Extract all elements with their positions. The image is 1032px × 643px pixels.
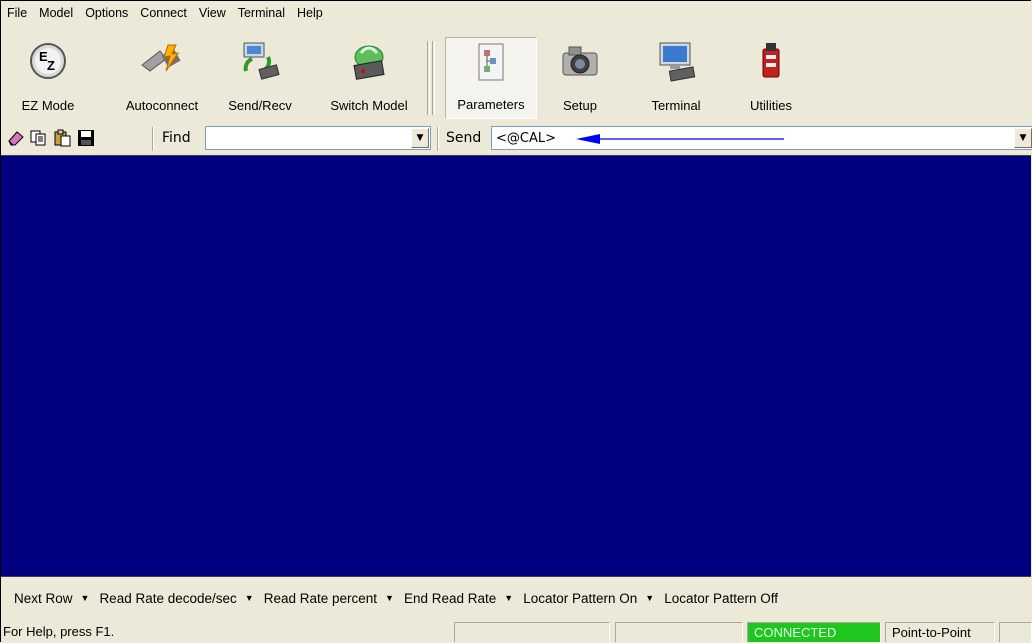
mode-status: Point-to-Point: [885, 622, 995, 642]
status-bar: For Help, press F1. CONNECTED Point-to-P…: [1, 620, 1032, 642]
find-dropdown-button[interactable]: ▼: [411, 128, 429, 148]
status-pane: [999, 622, 1032, 642]
menu-help[interactable]: Help: [291, 6, 329, 20]
send-dropdown-button[interactable]: ▼: [1014, 128, 1032, 148]
dropdown-arrow-icon[interactable]: ▼: [385, 593, 394, 603]
connection-status-text: CONNECTED: [754, 625, 837, 640]
menu-file[interactable]: File: [1, 6, 33, 20]
dropdown-arrow-icon[interactable]: ▼: [245, 593, 254, 603]
menu-terminal[interactable]: Terminal: [232, 6, 291, 20]
menu-options[interactable]: Options: [79, 6, 134, 20]
macro-read-rate-percent[interactable]: Read Rate percent: [264, 591, 377, 606]
macro-locator-pattern-off[interactable]: Locator Pattern Off: [664, 591, 778, 606]
send-recv-icon: [243, 42, 280, 80]
parameters-label: Parameters: [457, 97, 525, 112]
annotation-arrow: [576, 134, 784, 144]
menu-view[interactable]: View: [193, 6, 232, 20]
macro-next-row[interactable]: Next Row: [14, 591, 73, 606]
menu-model[interactable]: Model: [33, 6, 79, 20]
switch-model-button[interactable]: Switch Model: [317, 37, 421, 119]
ez-mode-icon: E Z: [30, 43, 66, 79]
paste-icon[interactable]: [53, 129, 71, 147]
parameters-icon: [478, 43, 504, 81]
macro-bar: Next Row ▼ Read Rate decode/sec ▼ Read Rat…: [1, 578, 1031, 618]
send-label: Send: [446, 130, 482, 146]
menu-bar: File Model Options Connect View Terminal…: [1, 1, 1031, 25]
macro-locator-pattern-on[interactable]: Locator Pattern On: [523, 591, 637, 606]
svg-text:Z: Z: [47, 58, 55, 73]
chevron-down-icon: ▼: [1019, 133, 1027, 143]
status-pane: [454, 622, 610, 642]
autoconnect-label: Autoconnect: [125, 98, 199, 113]
mode-status-text: Point-to-Point: [892, 625, 971, 640]
help-text: For Help, press F1.: [3, 624, 115, 639]
chevron-down-icon: ▼: [416, 133, 424, 143]
dropdown-arrow-icon[interactable]: ▼: [81, 593, 90, 603]
autoconnect-button[interactable]: Autoconnect: [113, 37, 211, 119]
ez-mode-label: EZ Mode: [21, 98, 75, 113]
menu-connect[interactable]: Connect: [134, 6, 193, 20]
toolbar-separator: [152, 127, 154, 151]
ez-mode-button[interactable]: E Z EZ Mode: [9, 37, 87, 119]
connection-status: CONNECTED: [747, 622, 881, 642]
utilities-icon: [762, 43, 780, 78]
terminal-button[interactable]: Terminal: [635, 37, 717, 119]
terminal-output-area[interactable]: [1, 155, 1031, 577]
switch-model-label: Switch Model: [330, 98, 408, 113]
terminal-icon: [659, 42, 696, 82]
send-recv-button[interactable]: Send/Recv: [219, 37, 301, 119]
find-label: Find: [162, 130, 191, 146]
toolbar-separator: [427, 41, 430, 115]
main-toolbar: E Z EZ Mode Autoconnect Send/Recv Switch: [1, 37, 1031, 121]
setup-label: Setup: [563, 98, 597, 113]
toolbar-separator: [432, 41, 435, 115]
utilities-label: Utilities: [750, 98, 792, 113]
eraser-icon[interactable]: [7, 129, 25, 147]
utilities-button[interactable]: Utilities: [733, 37, 809, 119]
save-icon[interactable]: [77, 129, 95, 147]
camera-icon: [562, 46, 598, 76]
parameters-button[interactable]: Parameters: [445, 37, 537, 119]
send-combobox[interactable]: <@CAL> ▼: [491, 126, 1032, 150]
macro-read-rate-decode-sec[interactable]: Read Rate decode/sec: [99, 591, 236, 606]
dropdown-arrow-icon[interactable]: ▼: [504, 593, 513, 603]
autoconnect-icon: [141, 44, 181, 72]
toolbar-separator: [437, 127, 439, 151]
find-send-toolbar: Find ▼ Send <@CAL> ▼: [1, 123, 1032, 153]
send-input[interactable]: <@CAL>: [496, 131, 556, 146]
dropdown-arrow-icon[interactable]: ▼: [645, 593, 654, 603]
copy-icon[interactable]: [29, 129, 47, 147]
macro-end-read-rate[interactable]: End Read Rate: [404, 591, 496, 606]
setup-button[interactable]: Setup: [545, 37, 615, 119]
terminal-label: Terminal: [651, 98, 701, 113]
switch-model-icon: [353, 45, 385, 80]
find-combobox[interactable]: ▼: [205, 126, 431, 150]
send-recv-label: Send/Recv: [228, 98, 292, 113]
status-pane: [615, 622, 743, 642]
